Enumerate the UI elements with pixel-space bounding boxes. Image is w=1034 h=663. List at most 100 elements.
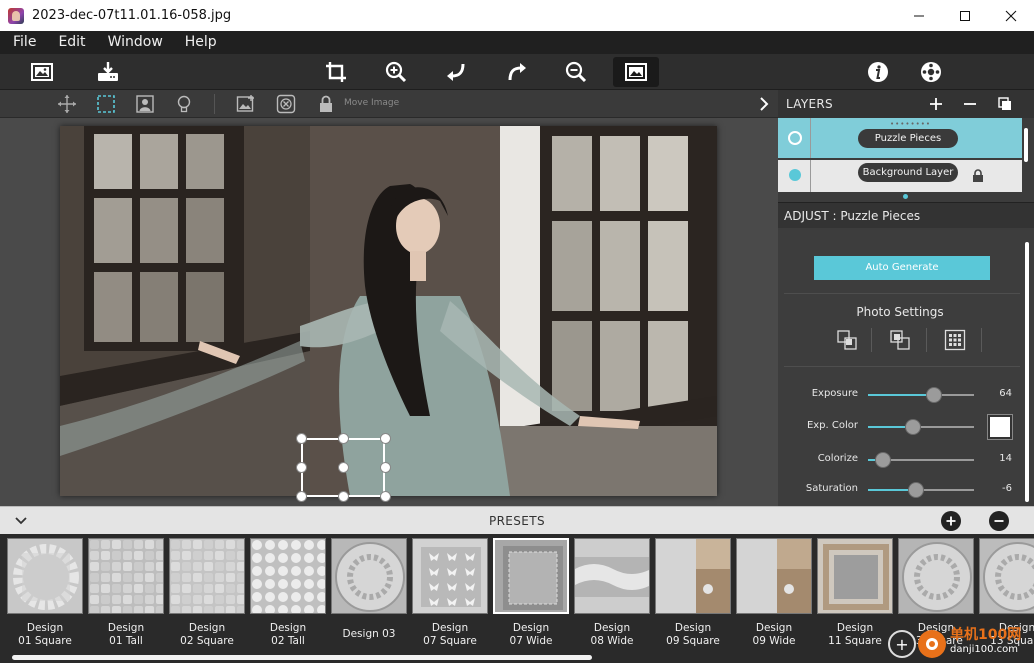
canvas-area[interactable] xyxy=(0,118,778,506)
preset-thumbnail[interactable] xyxy=(412,538,488,614)
remove-image-button[interactable] xyxy=(274,93,298,115)
resize-handle-t[interactable] xyxy=(338,433,349,444)
toolbar-divider xyxy=(214,94,215,114)
icon-divider xyxy=(981,328,982,352)
photo-settings-option-1[interactable] xyxy=(833,327,861,353)
export-button[interactable] xyxy=(85,57,131,87)
layer-row-puzzle-pieces[interactable]: •••••••• Puzzle Pieces xyxy=(778,118,1022,158)
photo-settings-option-3[interactable] xyxy=(941,327,969,353)
menu-help[interactable]: Help xyxy=(174,31,228,54)
move-tool-button[interactable] xyxy=(55,93,79,115)
resize-handle-l[interactable] xyxy=(296,462,307,473)
lightbulb-icon xyxy=(177,95,191,113)
section-divider xyxy=(784,366,1020,367)
preset-thumbnail[interactable] xyxy=(331,538,407,614)
preset-item[interactable]: Design 07 Wide xyxy=(491,538,569,656)
menu-file[interactable]: File xyxy=(0,31,47,54)
layer-divider xyxy=(810,160,811,192)
slider-knob[interactable] xyxy=(925,387,942,403)
resize-handle-r[interactable] xyxy=(380,462,391,473)
duplicate-layer-button[interactable] xyxy=(994,94,1016,114)
preset-thumbnail[interactable] xyxy=(979,538,1034,614)
adjust-panel: Auto Generate Photo Settings Exposure 64… xyxy=(778,230,1034,506)
lock-icon[interactable] xyxy=(971,169,985,183)
preset-item[interactable]: Design 01 Square xyxy=(5,538,83,656)
preset-thumbnail[interactable] xyxy=(250,538,326,614)
preset-thumbnail[interactable] xyxy=(817,538,893,614)
preset-item[interactable]: Design 09 Wide xyxy=(734,538,812,656)
add-image-button[interactable] xyxy=(234,93,258,115)
resize-handle-bl[interactable] xyxy=(296,491,307,502)
info-button[interactable] xyxy=(855,57,901,87)
preset-item[interactable]: Design 02 Square xyxy=(167,538,245,656)
resize-handle-tl[interactable] xyxy=(296,433,307,444)
color-swatch[interactable] xyxy=(987,414,1013,440)
maximize-button[interactable] xyxy=(942,0,988,31)
preset-thumbnail[interactable] xyxy=(655,538,731,614)
menu-window[interactable]: Window xyxy=(97,31,174,54)
adjust-scrollbar[interactable] xyxy=(1025,242,1029,502)
slider-knob[interactable] xyxy=(874,452,891,468)
remove-preset-button[interactable] xyxy=(989,511,1009,531)
remove-layer-button[interactable] xyxy=(959,94,981,114)
open-image-button[interactable] xyxy=(19,57,65,87)
auto-generate-button[interactable]: Auto Generate xyxy=(814,256,990,280)
preset-item[interactable]: Design 09 Square xyxy=(653,538,731,656)
preset-item[interactable]: Design 07 Square xyxy=(410,538,488,656)
layer-visibility-toggle[interactable] xyxy=(789,169,801,181)
layer-name: Background Layer xyxy=(858,163,958,182)
close-button[interactable] xyxy=(988,0,1034,31)
preset-item[interactable]: Design 02 Tall xyxy=(248,538,326,656)
layers-scrollbar[interactable] xyxy=(1024,128,1028,162)
preset-thumbnail[interactable] xyxy=(88,538,164,614)
zoom-in-button[interactable] xyxy=(373,57,419,87)
slider-track[interactable] xyxy=(868,482,974,498)
slider-label: Colorize xyxy=(817,453,858,464)
add-layer-button[interactable] xyxy=(925,94,947,114)
resize-handle-tr[interactable] xyxy=(380,433,391,444)
preset-label-line2: 07 Square xyxy=(423,635,477,647)
preset-label-line1: Design xyxy=(836,622,874,634)
menu-edit[interactable]: Edit xyxy=(47,31,96,54)
add-preset-button[interactable] xyxy=(941,511,961,531)
tool-options-bar: Move Image xyxy=(0,90,778,118)
preset-item[interactable]: Design 03 xyxy=(329,538,407,656)
idea-button[interactable] xyxy=(172,93,196,115)
layer-row-background[interactable]: Background Layer xyxy=(778,160,1022,192)
slider-exposure: Exposure 64 xyxy=(778,385,1022,405)
layer-visibility-toggle[interactable] xyxy=(788,131,802,145)
preset-item[interactable]: Design 08 Wide xyxy=(572,538,650,656)
collapse-panel-button[interactable] xyxy=(756,94,772,114)
undo-button[interactable] xyxy=(433,57,479,87)
resize-handle-b[interactable] xyxy=(338,491,349,502)
preset-item[interactable]: Design 11 Square xyxy=(815,538,893,656)
slider-track[interactable] xyxy=(868,419,974,435)
resize-handle-c[interactable] xyxy=(338,462,349,473)
preset-thumbnail[interactable] xyxy=(7,538,83,614)
photo-settings-option-2[interactable] xyxy=(886,327,914,353)
lock-image-button[interactable] xyxy=(314,93,338,115)
presets-strip: Design 01 Square Design 01 Tall Design 02 Squ… xyxy=(0,534,1034,663)
crop-button[interactable] xyxy=(313,57,359,87)
preset-thumbnail[interactable] xyxy=(493,538,569,614)
slider-knob[interactable] xyxy=(907,482,924,498)
slider-knob[interactable] xyxy=(904,419,921,435)
resize-handle-br[interactable] xyxy=(380,491,391,502)
fit-view-button[interactable] xyxy=(613,57,659,87)
main-toolbar xyxy=(0,54,1034,90)
preset-thumbnail[interactable] xyxy=(736,538,812,614)
open-image-icon xyxy=(31,63,53,81)
preset-item[interactable]: Design 01 Tall xyxy=(86,538,164,656)
select-tool-button[interactable] xyxy=(94,93,118,115)
zoom-out-button[interactable] xyxy=(553,57,599,87)
redo-button[interactable] xyxy=(494,57,540,87)
preset-thumbnail[interactable] xyxy=(169,538,245,614)
presets-scrollbar[interactable] xyxy=(12,655,592,660)
minimize-button[interactable] xyxy=(896,0,942,31)
preset-thumbnail[interactable] xyxy=(898,538,974,614)
preset-thumbnail[interactable] xyxy=(574,538,650,614)
settings-button[interactable] xyxy=(908,57,954,87)
slider-track[interactable] xyxy=(868,452,974,468)
slider-track[interactable] xyxy=(868,387,974,403)
portrait-select-button[interactable] xyxy=(133,93,157,115)
